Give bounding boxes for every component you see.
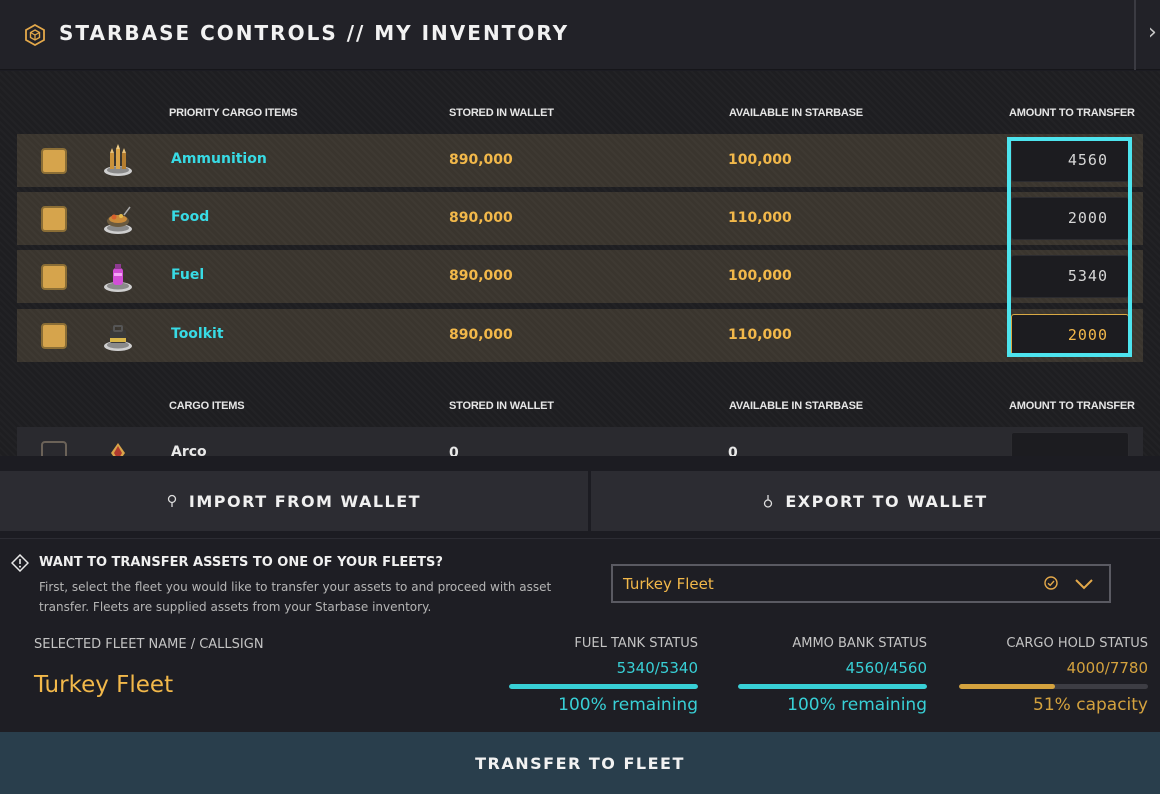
amount-input[interactable]: 5340 (1011, 255, 1129, 298)
available-value: 110,000 (728, 327, 792, 343)
table-row: Toolkit 890,000 110,000 2000 (17, 309, 1143, 362)
stored-value: 890,000 (449, 268, 513, 284)
item-name: Arco (171, 444, 207, 456)
ammunition-icon (104, 144, 132, 176)
wallet-actions: IMPORT FROM WALLET EXPORT TO WALLET (0, 471, 1160, 531)
inventory-scroll-area[interactable]: PRIORITY CARGO ITEMS STORED IN WALLET AV… (0, 71, 1160, 456)
amount-input[interactable]: 4560 (1011, 139, 1129, 182)
import-from-wallet-button[interactable]: IMPORT FROM WALLET (0, 471, 588, 531)
column-header: PRIORITY CARGO ITEMS (169, 107, 298, 119)
check-circle-icon (1044, 576, 1058, 590)
transfer-label: TRANSFER TO FLEET (475, 753, 685, 773)
stored-value: 890,000 (449, 210, 513, 226)
available-value: 0 (728, 445, 738, 456)
amount-input[interactable]: 2000 (1011, 314, 1129, 357)
stat-progress-fill (738, 684, 927, 689)
cargo-hold-status: CARGO HOLD STATUS 4000/7780 51% capacity (958, 636, 1148, 726)
selected-fleet-name: Turkey Fleet (34, 672, 174, 698)
fleet-question: WANT TO TRANSFER ASSETS TO ONE OF YOUR F… (39, 555, 443, 570)
item-checkbox[interactable] (41, 264, 67, 290)
item-name: Fuel (171, 267, 205, 283)
import-label: IMPORT FROM WALLET (188, 491, 422, 511)
stat-label: AMMO BANK STATUS (792, 636, 927, 651)
fleet-description: First, select the fleet you would like t… (39, 580, 552, 614)
stored-value: 0 (449, 445, 459, 456)
hexagon-cube-icon (25, 24, 45, 46)
chevron-down-icon[interactable] (1073, 574, 1095, 594)
fleet-select-value: Turkey Fleet (623, 575, 714, 593)
warning-icon (11, 554, 29, 572)
item-checkbox[interactable] (41, 323, 67, 349)
selected-fleet-label: SELECTED FLEET NAME / CALLSIGN (34, 637, 264, 652)
fleet-transfer-panel: WANT TO TRANSFER ASSETS TO ONE OF YOUR F… (0, 538, 1160, 732)
table-row: Arco 0 0 (17, 427, 1143, 456)
item-checkbox[interactable] (41, 206, 67, 232)
item-name: Ammunition (171, 151, 267, 167)
import-icon (167, 494, 177, 507)
amount-input[interactable]: 2000 (1011, 197, 1129, 240)
stat-caption: 51% capacity (1033, 695, 1148, 715)
ammo-bank-status: AMMO BANK STATUS 4560/4560 100% remainin… (737, 636, 927, 726)
stat-caption: 100% remaining (787, 695, 927, 715)
stored-value: 890,000 (449, 327, 513, 343)
stat-label: CARGO HOLD STATUS (1006, 636, 1148, 651)
available-value: 110,000 (728, 210, 792, 226)
item-name: Food (171, 209, 210, 225)
arco-icon (111, 443, 125, 456)
stat-progress-bar (738, 684, 927, 689)
header: STARBASE CONTROLS // MY INVENTORY › (0, 0, 1160, 70)
food-icon (104, 206, 132, 234)
stat-value: 5340/5340 (616, 659, 698, 677)
table-row: Food 890,000 110,000 2000 (17, 192, 1143, 245)
stat-progress-fill (509, 684, 698, 689)
item-checkbox[interactable] (41, 441, 67, 456)
column-header: AVAILABLE IN STARBASE (729, 107, 863, 119)
stat-progress-bar (509, 684, 698, 689)
table-row: Fuel 890,000 100,000 5340 (17, 250, 1143, 303)
stat-progress-fill (959, 684, 1056, 689)
page-title: STARBASE CONTROLS // MY INVENTORY (59, 21, 570, 45)
fuel-tank-status: FUEL TANK STATUS 5340/5340 100% remainin… (508, 636, 698, 726)
table-row: Ammunition 890,000 100,000 4560 (17, 134, 1143, 187)
stored-value: 890,000 (449, 152, 513, 168)
stat-label: FUEL TANK STATUS (574, 636, 698, 651)
column-header: STORED IN WALLET (449, 400, 554, 412)
export-icon (764, 495, 773, 508)
item-checkbox[interactable] (41, 148, 67, 174)
chevron-right-icon[interactable]: › (1148, 20, 1157, 46)
fuel-icon (104, 264, 132, 292)
amount-input[interactable] (1011, 432, 1129, 456)
toolkit-icon (104, 325, 132, 351)
stat-caption: 100% remaining (558, 695, 698, 715)
fleet-select[interactable]: Turkey Fleet (611, 564, 1111, 603)
column-header: CARGO ITEMS (169, 400, 245, 412)
column-header: STORED IN WALLET (449, 107, 554, 119)
transfer-to-fleet-button[interactable]: TRANSFER TO FLEET (0, 732, 1160, 794)
column-header: AMOUNT TO TRANSFER (1009, 107, 1135, 119)
header-divider (1134, 0, 1136, 70)
column-header: AMOUNT TO TRANSFER (1009, 400, 1135, 412)
available-value: 100,000 (728, 268, 792, 284)
export-to-wallet-button[interactable]: EXPORT TO WALLET (591, 471, 1160, 531)
column-header: AVAILABLE IN STARBASE (729, 400, 863, 412)
available-value: 100,000 (728, 152, 792, 168)
item-name: Toolkit (171, 326, 224, 342)
export-label: EXPORT TO WALLET (785, 491, 988, 511)
stat-value: 4000/7780 (1066, 659, 1148, 677)
stat-value: 4560/4560 (845, 659, 927, 677)
stat-progress-bar (959, 684, 1148, 689)
